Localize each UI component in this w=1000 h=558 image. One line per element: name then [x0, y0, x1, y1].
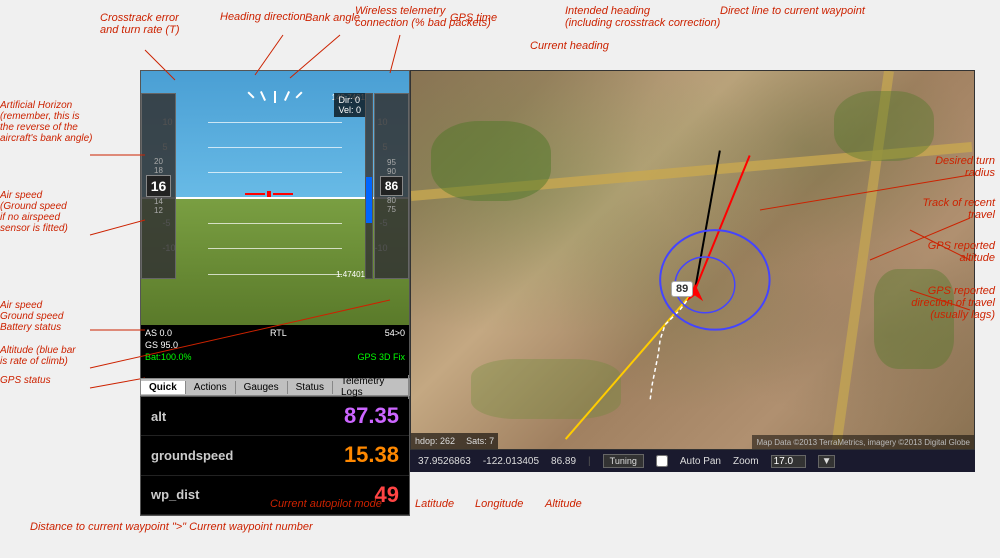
auto-pan-checkbox[interactable] [656, 455, 668, 467]
bank-angle-label: Bank angle [305, 12, 360, 24]
altitude-map-display: 86.89 [551, 456, 576, 467]
map-area[interactable]: 89 hdop: 262 Sats: 7 Map Data ©2013 Terr… [410, 70, 975, 450]
alt-upper: 90 [387, 167, 396, 176]
hdop-value: hdop: 262 [415, 436, 455, 446]
alt-lower: 80 [387, 196, 396, 205]
artificial-horizon-label: Artificial Horizon(remember, this isthe … [0, 100, 93, 144]
tab-status[interactable]: Status [288, 381, 333, 394]
altitude-tape: 95 90 86 80 75 [374, 93, 409, 279]
alt-n2: 1.47401 [336, 270, 365, 279]
groundspeed-info: GS 95.0 [145, 340, 178, 350]
waypoint-badge: 89 [671, 281, 693, 297]
pitch-line-5 [208, 248, 342, 249]
gps-status-label: GPS status [0, 375, 51, 386]
airspeed-ground-label: Air speedGround speedBattery status [0, 300, 63, 333]
speed-display: 16 [146, 175, 172, 197]
speed-upper2: 18 [154, 166, 163, 175]
wing-center [267, 191, 271, 197]
crosstrack-label: Crosstrack errorand turn rate (T) [100, 12, 179, 36]
wing-level [245, 193, 305, 195]
pitch-line-3 [208, 172, 342, 173]
telem-label-alt: alt [151, 409, 166, 424]
wing-left [245, 193, 265, 195]
pitch-line-2 [208, 147, 342, 148]
sats-value: Sats: 7 [466, 436, 494, 446]
speed-lower2: 12 [154, 206, 163, 215]
auto-pan-label: Auto Pan [680, 456, 721, 467]
intended-heading-label: Intended heading(including crosstrack co… [565, 5, 720, 29]
zoom-label: Zoom [733, 456, 759, 467]
climb-rate-bar [365, 93, 373, 279]
latitude-display: 37.9526863 [418, 456, 471, 467]
zoom-input[interactable] [771, 455, 806, 468]
tab-quick[interactable]: Quick [141, 381, 186, 394]
altitude-bottom-label: Altitude [545, 498, 582, 510]
tuning-button[interactable]: Tuning [603, 454, 644, 468]
vegetation-1 [431, 121, 551, 201]
info-row-1: AS 0.0 RTL 54>0 [145, 327, 405, 339]
alt-lower2: 75 [387, 205, 396, 214]
heading-direction-label: Heading direction [220, 11, 306, 23]
tab-actions[interactable]: Actions [186, 381, 236, 394]
alt-numbers: 149.7401 1.47401 [332, 93, 365, 279]
distance-waypoint-label: Distance to current waypoint ">" Current… [30, 521, 313, 533]
pitch-line-1 [208, 122, 342, 123]
tab-gauges[interactable]: Gauges [236, 381, 288, 394]
wing-right [273, 193, 293, 195]
tabs-bar: Quick Actions Gauges Status Telemetry Lo… [140, 378, 410, 396]
zoom-minus-button[interactable]: ▼ [818, 455, 836, 468]
battery-info: Bat:100.0% [145, 352, 192, 362]
speed-tape: 20 18 16 14 12 [141, 93, 176, 279]
main-container: 330 340 350 W 10 N 10 10 5 [0, 0, 1000, 558]
roll-mark-3 [274, 91, 276, 103]
telem-row-alt: alt 87.35 [141, 397, 409, 436]
instrument-panel: 330 340 350 W 10 N 10 10 5 [140, 70, 410, 410]
map-hdop-info: hdop: 262 Sats: 7 [411, 433, 498, 449]
latitude-bottom-label: Latitude [415, 498, 454, 510]
gps-fix-info: GPS 3D Fix [357, 352, 405, 362]
airspeed-label: Air speed(Ground speedif no airspeedsens… [0, 190, 68, 234]
vegetation-4 [471, 359, 621, 419]
telem-value-groundspeed: 15.38 [344, 442, 399, 468]
vegetation-2 [834, 91, 934, 161]
altitude-bar-label: Altitude (blue baris rate of climb) [0, 345, 76, 367]
airspeed-info: AS 0.0 [145, 328, 172, 338]
vel-display: Vel: 0 [338, 105, 361, 115]
pitch-line-6 [208, 274, 342, 275]
current-heading-label: Current heading [530, 40, 609, 52]
map-bottom-bar: 37.9526863 -122.013405 86.89 | Tuning Au… [410, 450, 975, 472]
pitch-line-4 [208, 223, 342, 224]
direct-line-label: Direct line to current waypoint [720, 5, 865, 17]
roll-mark-4 [284, 91, 290, 101]
telem-row-groundspeed: groundspeed 15.38 [141, 436, 409, 475]
speed-lower: 14 [154, 197, 163, 206]
climb-rate-fill [366, 177, 372, 223]
map-copyright: Map Data ©2013 TerraMetrics, imagery ©20… [752, 435, 974, 449]
telem-label-groundspeed: groundspeed [151, 448, 233, 463]
rtl-val: 54>0 [385, 328, 405, 338]
telem-label-wpdist: wp_dist [151, 487, 199, 502]
alt-upper2: 95 [387, 158, 396, 167]
gps-time-label: GPS time [450, 12, 497, 24]
info-row-3: Bat:100.0% GPS 3D Fix [145, 351, 405, 363]
longitude-display: -122.013405 [483, 456, 539, 467]
dir-display: Dir: 0 [338, 95, 361, 105]
roll-mark-2 [260, 91, 266, 101]
longitude-bottom-label: Longitude [475, 498, 523, 510]
copyright-text: Map Data ©2013 TerraMetrics, imagery ©20… [756, 438, 970, 447]
roll-indicator [250, 91, 300, 103]
tab-telemetry-logs[interactable]: Telemetry Logs [333, 375, 409, 399]
telem-value-alt: 87.35 [344, 403, 399, 429]
speed-upper: 20 [154, 157, 163, 166]
autopilot-mode-label: Current autopilot mode [270, 498, 382, 510]
dir-vel-overlay: Dir: 0 Vel: 0 [334, 93, 365, 117]
wireless-telemetry-label: Wireless telemetryconnection (% bad pack… [355, 5, 491, 29]
vegetation-3 [874, 269, 954, 369]
alt-display: 86 [380, 176, 403, 196]
info-row-2: GS 95.0 [145, 339, 405, 351]
rtl-info: RTL [270, 328, 287, 338]
